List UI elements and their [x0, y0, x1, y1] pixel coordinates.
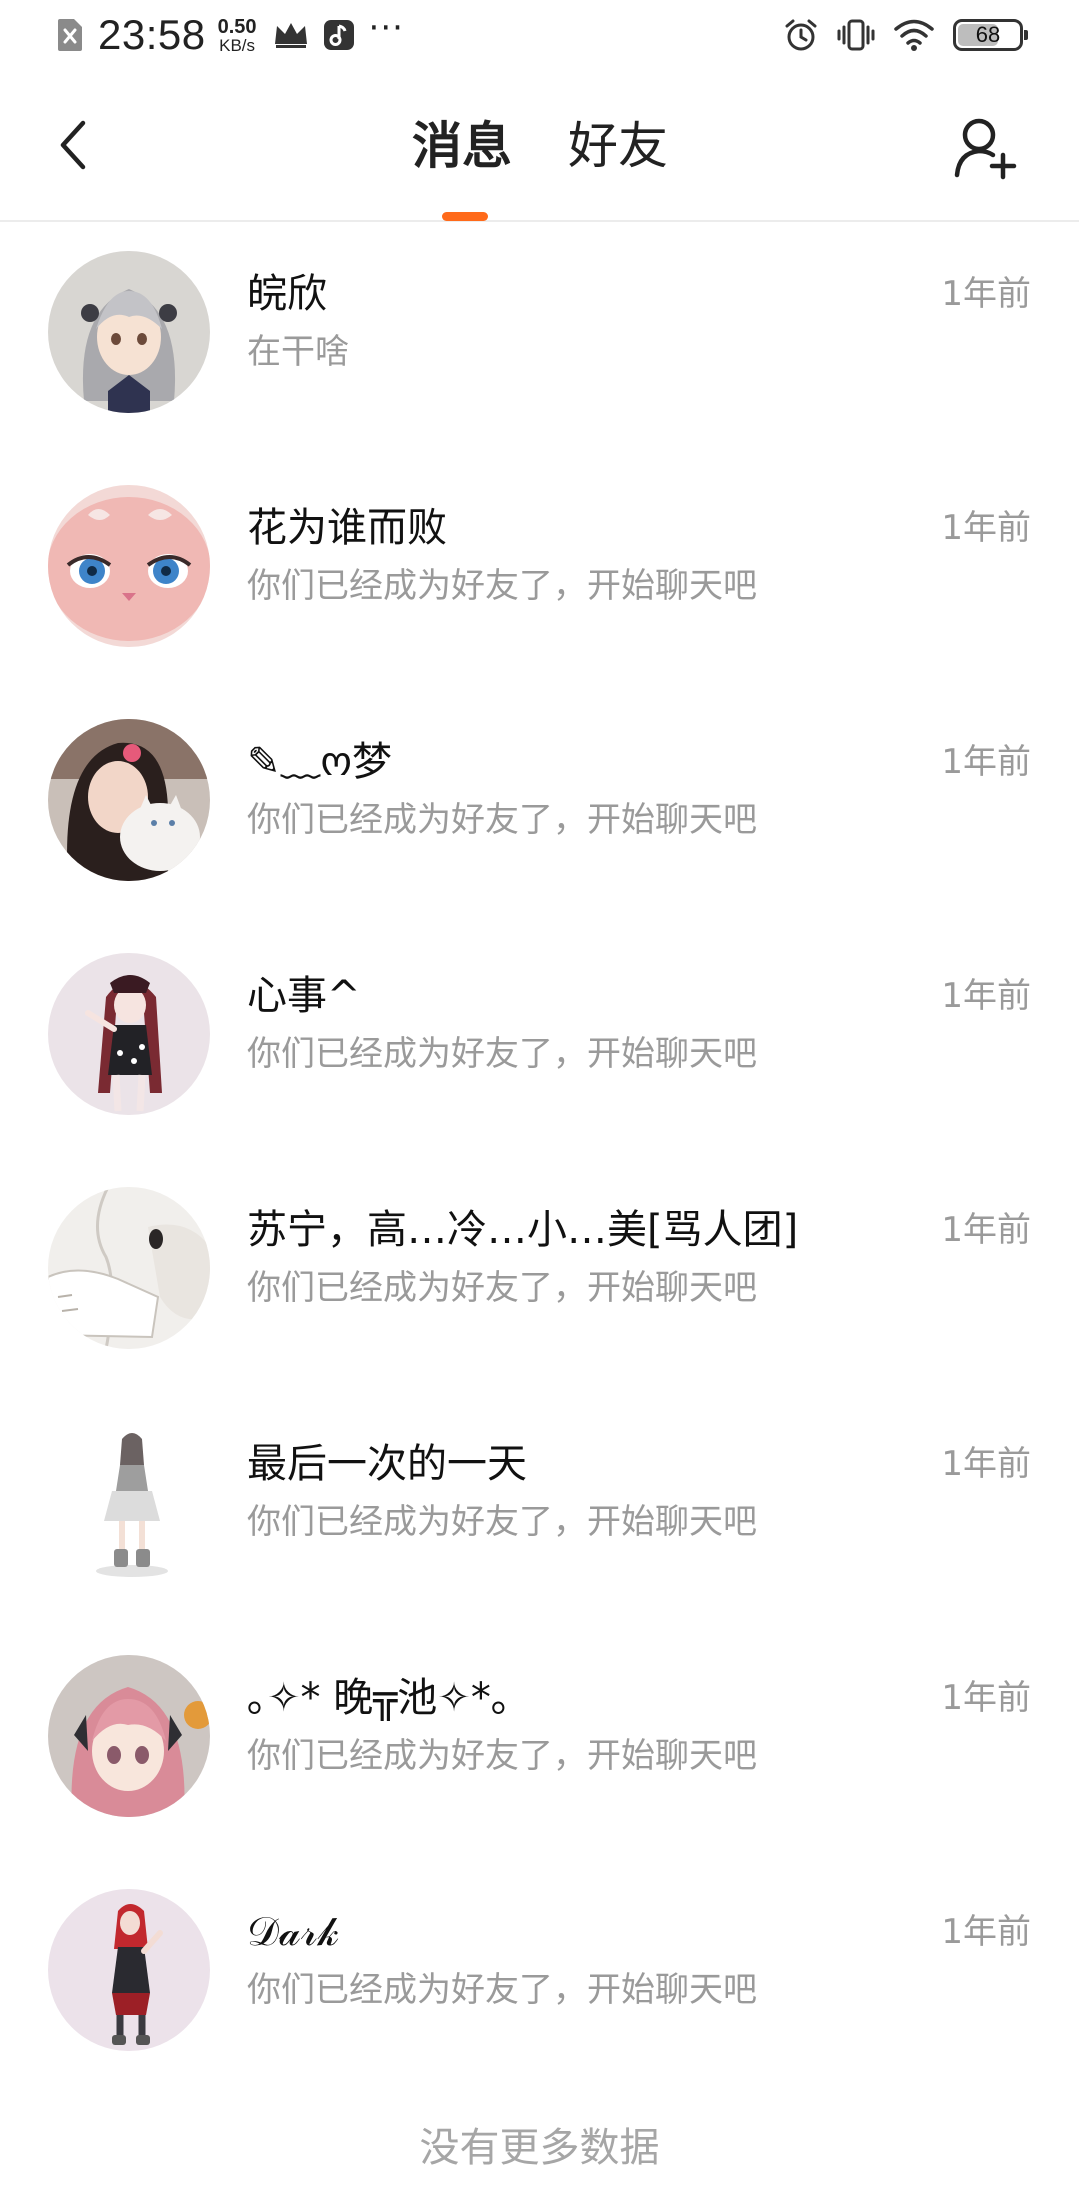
message-time: 1年前 [941, 1912, 1031, 1952]
status-bar-left: 23:58 0.50 KB/s ··· [56, 0, 404, 70]
message-time: 1年前 [941, 508, 1031, 548]
last-message-preview: 你们已经成为好友了，开始聊天吧 [247, 800, 757, 840]
message-time: 1年前 [941, 1678, 1031, 1718]
network-speed-unit: KB/s [219, 35, 256, 55]
clock-time: 23:58 [98, 11, 206, 58]
contact-name: 花为谁而败 [247, 505, 447, 551]
back-button[interactable] [40, 110, 110, 180]
top-navigation-bar: 消息 好友 [0, 70, 1079, 222]
add-friend-icon [954, 118, 1017, 180]
avatar[interactable] [48, 1187, 210, 1349]
contact-name: 最后一次的一天 [247, 1441, 527, 1487]
avatar[interactable] [48, 485, 210, 647]
last-message-preview: 你们已经成为好友了，开始聊天吧 [247, 1268, 757, 1308]
contact-name: ｡✧* 晚╦池✧*｡ [247, 1675, 511, 1721]
conversation-item[interactable]: 最后一次的一天 你们已经成为好友了，开始聊天吧 1年前 [0, 1392, 1079, 1626]
last-message-preview: 在干啥 [247, 332, 349, 372]
alarm-icon [785, 19, 817, 51]
last-message-preview: 你们已经成为好友了，开始聊天吧 [247, 1970, 757, 2010]
message-time: 1年前 [941, 1210, 1031, 1250]
avatar[interactable] [48, 1655, 210, 1817]
avatar[interactable] [48, 251, 210, 413]
status-bar-right: 68 [765, 0, 1028, 70]
battery-icon: 68 [953, 19, 1028, 51]
back-arrow-icon [60, 120, 86, 170]
active-tab-indicator [442, 212, 488, 221]
crown-icon [274, 23, 307, 48]
tab-friends[interactable]: 好友 [568, 114, 668, 178]
last-message-preview: 你们已经成为好友了，开始聊天吧 [247, 566, 757, 606]
status-bar: 23:58 0.50 KB/s ··· 68 [0, 0, 1079, 70]
contact-name: 心事^ [247, 973, 361, 1019]
music-app-icon [323, 20, 354, 50]
conversation-item[interactable]: ✎﹏ო梦 你们已经成为好友了，开始聊天吧 1年前 [0, 690, 1079, 924]
conversation-item[interactable]: ｡✧* 晚╦池✧*｡ 你们已经成为好友了，开始聊天吧 1年前 [0, 1626, 1079, 1860]
last-message-preview: 你们已经成为好友了，开始聊天吧 [247, 1502, 757, 1542]
conversation-item[interactable]: 皖欣 在干啥 1年前 [0, 222, 1079, 456]
tab-messages[interactable]: 消息 [412, 114, 512, 178]
conversation-item[interactable]: 花为谁而败 你们已经成为好友了，开始聊天吧 1年前 [0, 456, 1079, 690]
conversation-list: 皖欣 在干啥 1年前 花为谁而败 你们已经成为好友了，开始聊天吧 1年前 ✎﹏ო… [0, 222, 1079, 2094]
add-friend-button[interactable] [948, 110, 1024, 186]
avatar[interactable] [48, 1889, 210, 2051]
last-message-preview: 你们已经成为好友了，开始聊天吧 [247, 1034, 757, 1074]
message-time: 1年前 [941, 742, 1031, 782]
avatar[interactable] [48, 953, 210, 1115]
battery-level: 68 [975, 22, 1001, 47]
no-sim-icon [58, 19, 82, 51]
conversation-item[interactable]: 𝒟𝒶𝓇𝓀 你们已经成为好友了，开始聊天吧 1年前 [0, 1860, 1079, 2094]
message-time: 1年前 [941, 274, 1031, 314]
avatar[interactable] [48, 719, 210, 881]
messages-screen: 23:58 0.50 KB/s ··· 68 消息 好友 皖欣 在干啥 1年前 … [0, 0, 1079, 2206]
avatar[interactable] [48, 1421, 210, 1583]
message-time: 1年前 [941, 1444, 1031, 1484]
contact-name: 苏宁，高…冷…小…美[骂人团] [247, 1207, 799, 1253]
network-speed-value: 0.50 [217, 15, 257, 38]
more-notifications-indicator: ··· [368, 8, 404, 48]
contact-name: 𝒟𝒶𝓇𝓀 [247, 1909, 339, 1955]
message-time: 1年前 [941, 976, 1031, 1016]
network-speed: 0.50 KB/s [218, 17, 257, 54]
no-more-data-label: 没有更多数据 [419, 2125, 660, 2171]
vibrate-icon [837, 19, 875, 51]
conversation-item[interactable]: 苏宁，高…冷…小…美[骂人团] 你们已经成为好友了，开始聊天吧 1年前 [0, 1158, 1079, 1392]
contact-name: ✎﹏ო梦 [247, 739, 392, 785]
contact-name: 皖欣 [247, 271, 327, 317]
conversation-item[interactable]: 心事^ 你们已经成为好友了，开始聊天吧 1年前 [0, 924, 1079, 1158]
wifi-icon [894, 19, 934, 51]
last-message-preview: 你们已经成为好友了，开始聊天吧 [247, 1736, 757, 1776]
